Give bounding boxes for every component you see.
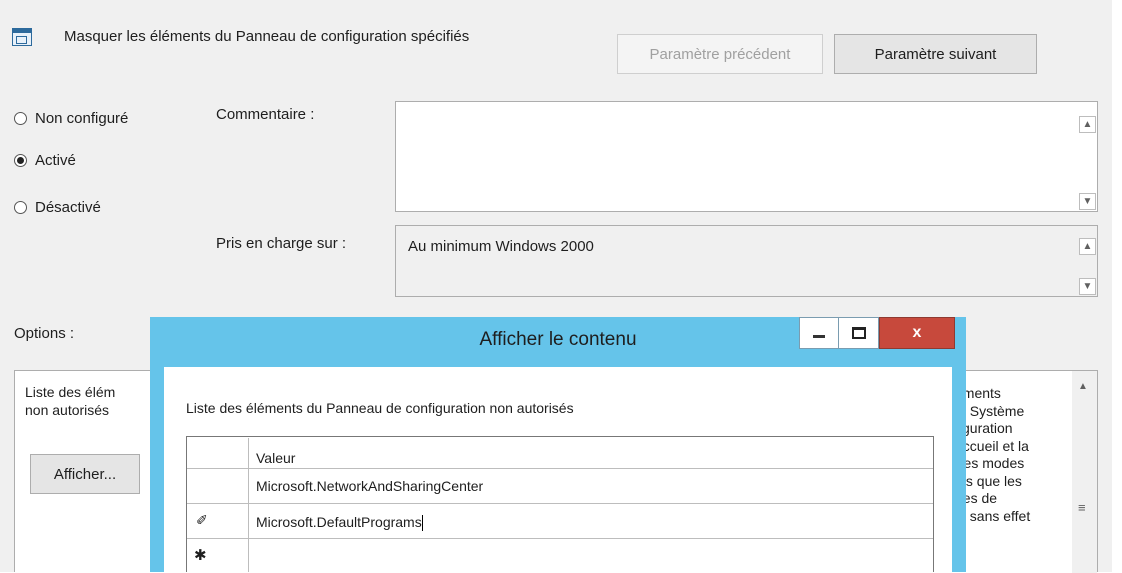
help-panel: éments s, Système figuration accueil et …	[952, 370, 1098, 573]
new-row-asterisk-icon: ✱	[194, 547, 207, 564]
maximize-icon[interactable]	[839, 317, 879, 349]
grid-row-value[interactable]: Microsoft.NetworkAndSharingCenter	[256, 478, 483, 494]
dialog-list-label: Liste des éléments du Panneau de configu…	[186, 400, 574, 416]
radio-disabled-dot	[14, 201, 27, 214]
radio-disabled-label: Désactivé	[35, 199, 101, 216]
help-scroll-up-icon[interactable]: ▲	[1078, 381, 1088, 392]
grid-column-divider	[248, 438, 249, 572]
grid-line	[187, 538, 933, 539]
text-cursor	[421, 515, 423, 532]
help-line: accueil et la	[955, 437, 1029, 454]
supported-on-label: Pris en charge sur :	[216, 235, 347, 252]
help-line: nes de	[955, 490, 998, 506]
grid-line	[187, 468, 933, 469]
column-header-value[interactable]: Valeur	[256, 450, 295, 466]
radio-enabled-label: Activé	[35, 152, 76, 169]
comment-scroll-down-icon[interactable]: ▼	[1079, 193, 1096, 210]
help-line: st sans effet	[955, 507, 1031, 524]
options-list-label-line2: non autorisés	[25, 402, 110, 418]
help-scroll-grip-icon[interactable]: ≡	[1078, 500, 1086, 515]
help-line: els que les	[955, 472, 1022, 489]
minimize-icon[interactable]	[799, 317, 839, 349]
grid-row-value-text: Microsoft.DefaultPrograms	[256, 514, 422, 530]
grid-row-value-editing[interactable]: Microsoft.DefaultPrograms	[256, 514, 423, 532]
policy-setting-icon	[12, 28, 32, 46]
help-line: tres modes	[955, 455, 1025, 471]
supported-scroll-down-icon[interactable]: ▼	[1079, 278, 1096, 295]
grid-line	[187, 503, 933, 504]
minimize-glyph	[813, 334, 825, 338]
close-icon[interactable]: x	[879, 317, 955, 349]
supported-on-field: Au minimum Windows 2000 ▲ ▼	[395, 225, 1098, 297]
radio-enabled-dot	[14, 154, 27, 167]
comment-label: Commentaire :	[216, 106, 315, 123]
next-setting-button[interactable]: Paramètre suivant	[834, 34, 1037, 74]
radio-disabled[interactable]: Désactivé	[14, 199, 101, 216]
radio-not-configured-dot	[14, 112, 27, 125]
pencil-icon: ✐	[196, 512, 208, 528]
help-line: s, Système	[955, 402, 1025, 419]
radio-enabled[interactable]: Activé	[14, 152, 76, 169]
policy-title: Masquer les éléments du Panneau de confi…	[64, 28, 470, 45]
values-grid	[186, 436, 934, 572]
help-text: éments s, Système figuration accueil et …	[955, 385, 1030, 525]
radio-not-configured-label: Non configuré	[35, 110, 129, 127]
previous-setting-button[interactable]: Paramètre précédent	[617, 34, 823, 74]
show-button[interactable]: Afficher...	[30, 454, 140, 494]
supported-on-value: Au minimum Windows 2000	[408, 238, 594, 255]
radio-not-configured[interactable]: Non configuré	[14, 110, 128, 127]
supported-scroll-up-icon[interactable]: ▲	[1079, 238, 1096, 255]
help-line: éments	[955, 385, 1001, 401]
help-scrollbar[interactable]: ▲ ≡	[1072, 371, 1097, 573]
maximize-glyph	[851, 327, 866, 339]
comment-scroll-up-icon[interactable]: ▲	[1079, 116, 1096, 133]
options-label: Options :	[14, 325, 75, 342]
options-list-label-line1: Liste des élém	[25, 384, 116, 400]
help-line: figuration	[955, 420, 1013, 436]
window-edge	[1112, 0, 1122, 572]
comment-textarea[interactable]: ▲ ▼	[395, 101, 1098, 212]
